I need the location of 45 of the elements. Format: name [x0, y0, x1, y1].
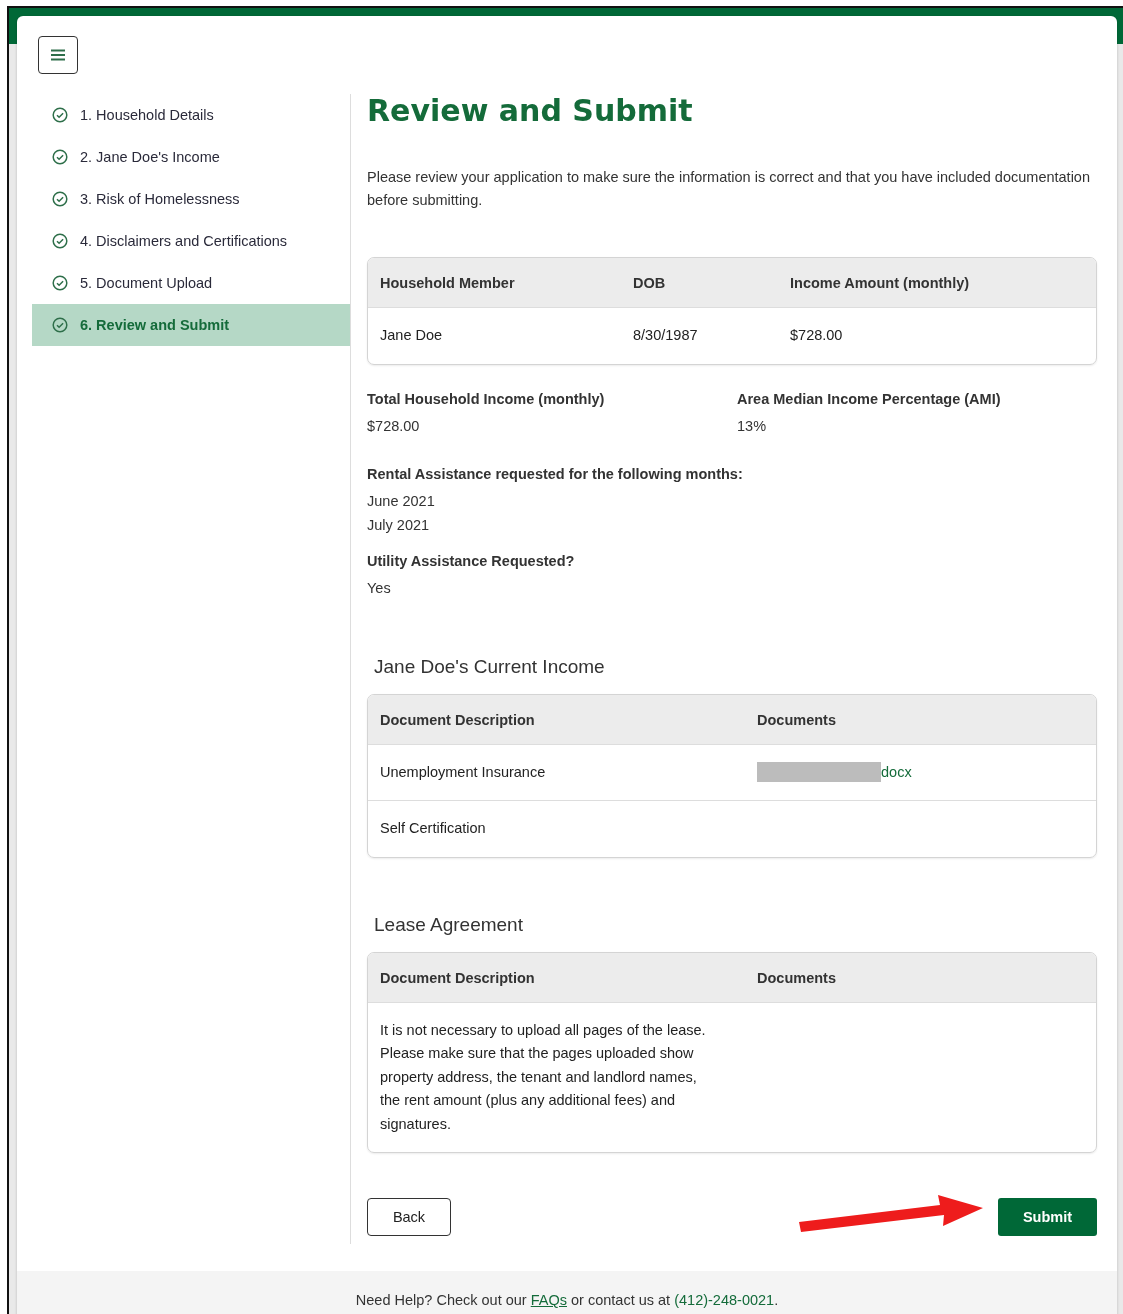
- table-cell-text: It is not necessary to upload all pages of the lease. Please make sure that the pages uploaded show property address, the tenant and landlord names, the rent amount (plus any additional fees) and signatures.: [380, 1020, 707, 1134]
- table-cell-text: Jane Doe: [379, 326, 444, 345]
- table-cell-text: $728.00: [789, 326, 844, 345]
- check-circle-icon: [52, 275, 68, 291]
- faqs-link[interactable]: FAQs: [530, 1292, 567, 1308]
- check-circle-icon: [52, 107, 68, 123]
- field-label: Area Median Income Percentage (AMI): [737, 390, 1002, 407]
- section-heading: Jane Doe's Current Income: [374, 655, 606, 678]
- field-label: Rental Assistance requested for the following months:: [367, 465, 744, 482]
- field-value: July 2021: [367, 515, 431, 535]
- column-header: Income Amount (monthly): [789, 274, 971, 293]
- intro-text: Please review your application to make sure the information is correct and that you have included documentation before submitting.: [367, 168, 1091, 210]
- field-value: $728.00: [367, 416, 421, 436]
- table-cell-text: 8/30/1987: [632, 326, 699, 345]
- check-circle-icon: [52, 233, 68, 249]
- page-title: Review and Submit: [367, 94, 694, 128]
- field-value: Yes: [367, 578, 392, 598]
- back-button[interactable]: Back: [367, 1198, 451, 1236]
- column-header: Document Description: [379, 968, 536, 988]
- table-cell-text: Self Certification: [380, 819, 487, 838]
- field-value: 13%: [737, 416, 768, 436]
- column-header: Household Member: [379, 274, 516, 293]
- menu-button[interactable]: [38, 36, 78, 74]
- check-circle-icon: [52, 149, 68, 165]
- file-link[interactable]: docx: [881, 760, 912, 784]
- check-circle-icon: [52, 191, 68, 207]
- column-header: Documents: [756, 968, 837, 988]
- step-nav-item[interactable]: 2. Jane Doe's Income: [32, 136, 350, 178]
- step-nav-item[interactable]: 1. Household Details: [32, 94, 350, 136]
- section-heading: Lease Agreement: [374, 913, 524, 936]
- step-nav-item[interactable]: 5. Document Upload: [32, 262, 350, 304]
- step-nav-item[interactable]: 6. Review and Submit: [32, 304, 350, 346]
- field-label: Utility Assistance Requested?: [367, 552, 576, 569]
- column-header: Document Description: [379, 710, 536, 730]
- field-value: June 2021: [367, 491, 436, 511]
- column-header: Documents: [756, 710, 837, 730]
- field-label: Total Household Income (monthly): [367, 390, 606, 407]
- check-circle-icon: [52, 317, 68, 333]
- submit-button[interactable]: Submit: [998, 1198, 1097, 1236]
- column-header: DOB: [632, 274, 667, 293]
- menu-icon: [51, 49, 65, 61]
- help-text: Need Help? Check out our FAQs or contact us at (412)-248-0021.: [355, 1292, 779, 1308]
- step-nav-item[interactable]: 3. Risk of Homelessness: [32, 178, 350, 220]
- step-nav-item[interactable]: 4. Disclaimers and Certifications: [32, 220, 350, 262]
- table-cell-text: Unemployment Insurance: [380, 762, 547, 782]
